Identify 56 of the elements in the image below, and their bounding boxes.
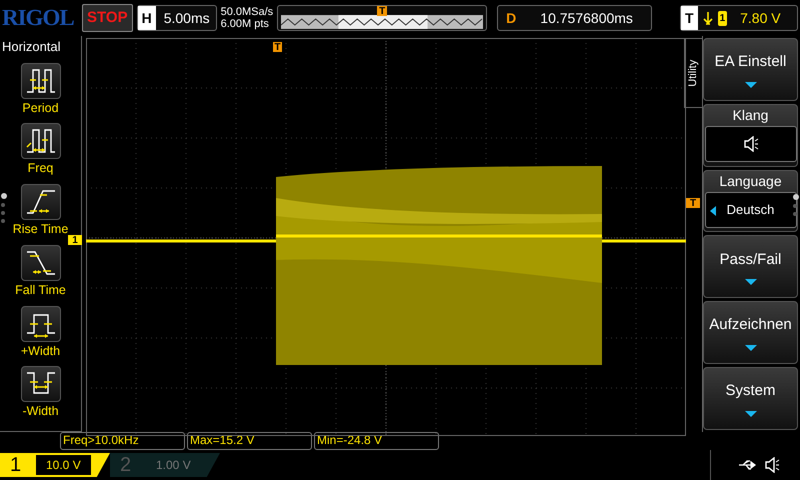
timebase-value: 5.00ms [162, 8, 211, 28]
language-select[interactable]: Deutsch [704, 192, 796, 228]
menu-label: Klang [732, 106, 768, 125]
measure-label: -Width [22, 403, 59, 420]
speaker-icon [764, 457, 780, 473]
delay-label: D [505, 8, 518, 28]
negative-width-measure-button[interactable] [20, 366, 60, 402]
trigger-level: 7.80 V [740, 8, 781, 28]
measure-label: Freq [28, 160, 54, 178]
measurement-readout: Min=-24.8 V [314, 432, 439, 450]
menu-button[interactable]: System [703, 367, 798, 430]
trigger-display[interactable]: T 1 7.80 V [680, 5, 798, 31]
dropdown-arrow-icon [744, 279, 756, 286]
channel-scale: 10.0 V [36, 455, 91, 475]
menu-title: Horizontal [1, 38, 61, 56]
measure-label: Period [22, 100, 59, 116]
channel-indicator[interactable]: 1 10.0 V [0, 453, 110, 477]
trigger-source: 1 [718, 10, 728, 26]
measure-label: +Width [20, 342, 60, 360]
menu-button[interactable]: Pass/Fail [703, 235, 798, 298]
channel-marker: 1 [68, 235, 82, 245]
rise-time-measure-button[interactable] [20, 184, 60, 220]
menu-button[interactable]: EA Einstell [703, 38, 798, 101]
speaker-icon [742, 136, 758, 152]
measure-label: Fall Time [15, 282, 66, 299]
channel-number: 1 [9, 453, 22, 478]
left-arrow-icon [710, 206, 716, 216]
trigger-position-marker: T [377, 6, 388, 16]
delay-value: 10.7576800ms [539, 8, 633, 28]
menu-label: Language [719, 172, 782, 191]
timebase-label: H [138, 6, 156, 30]
sample-rate: 50.0MSa/s [220, 6, 274, 18]
measurement-readout: Freq>10.0kHz [60, 432, 185, 450]
falling-edge-icon [702, 11, 713, 25]
period-measure-button[interactable] [20, 62, 60, 98]
channel-indicator[interactable]: 2 1.00 V [110, 453, 220, 477]
frequency-measure-button[interactable] [20, 123, 60, 160]
measurement-readout: Max=15.2 V [187, 432, 312, 450]
dropdown-arrow-icon [744, 82, 756, 88]
timebase-display[interactable]: H 5.00ms [136, 5, 217, 31]
trigger-level-marker: T [686, 198, 700, 208]
positive-width-measure-button[interactable] [20, 306, 60, 342]
channel-scale: 1.00 V [155, 457, 192, 474]
dropdown-arrow-icon [744, 410, 756, 417]
sound-toggle-button[interactable] [704, 126, 796, 162]
dropdown-arrow-icon [744, 344, 756, 351]
channel-number: 2 [119, 453, 132, 478]
waveform-overview-icon [281, 15, 484, 29]
trigger-time-marker: T [273, 42, 282, 52]
trigger-label: T [681, 6, 698, 30]
brand-logo: RIGOL [2, 4, 75, 32]
delay-display[interactable]: D 10.7576800ms [497, 5, 652, 31]
memory-depth: 6.00M pts [220, 18, 270, 30]
menu-button[interactable]: Aufzeichnen [703, 301, 798, 364]
measure-label: Rise Time [12, 221, 68, 238]
fall-time-measure-button[interactable] [20, 244, 60, 281]
